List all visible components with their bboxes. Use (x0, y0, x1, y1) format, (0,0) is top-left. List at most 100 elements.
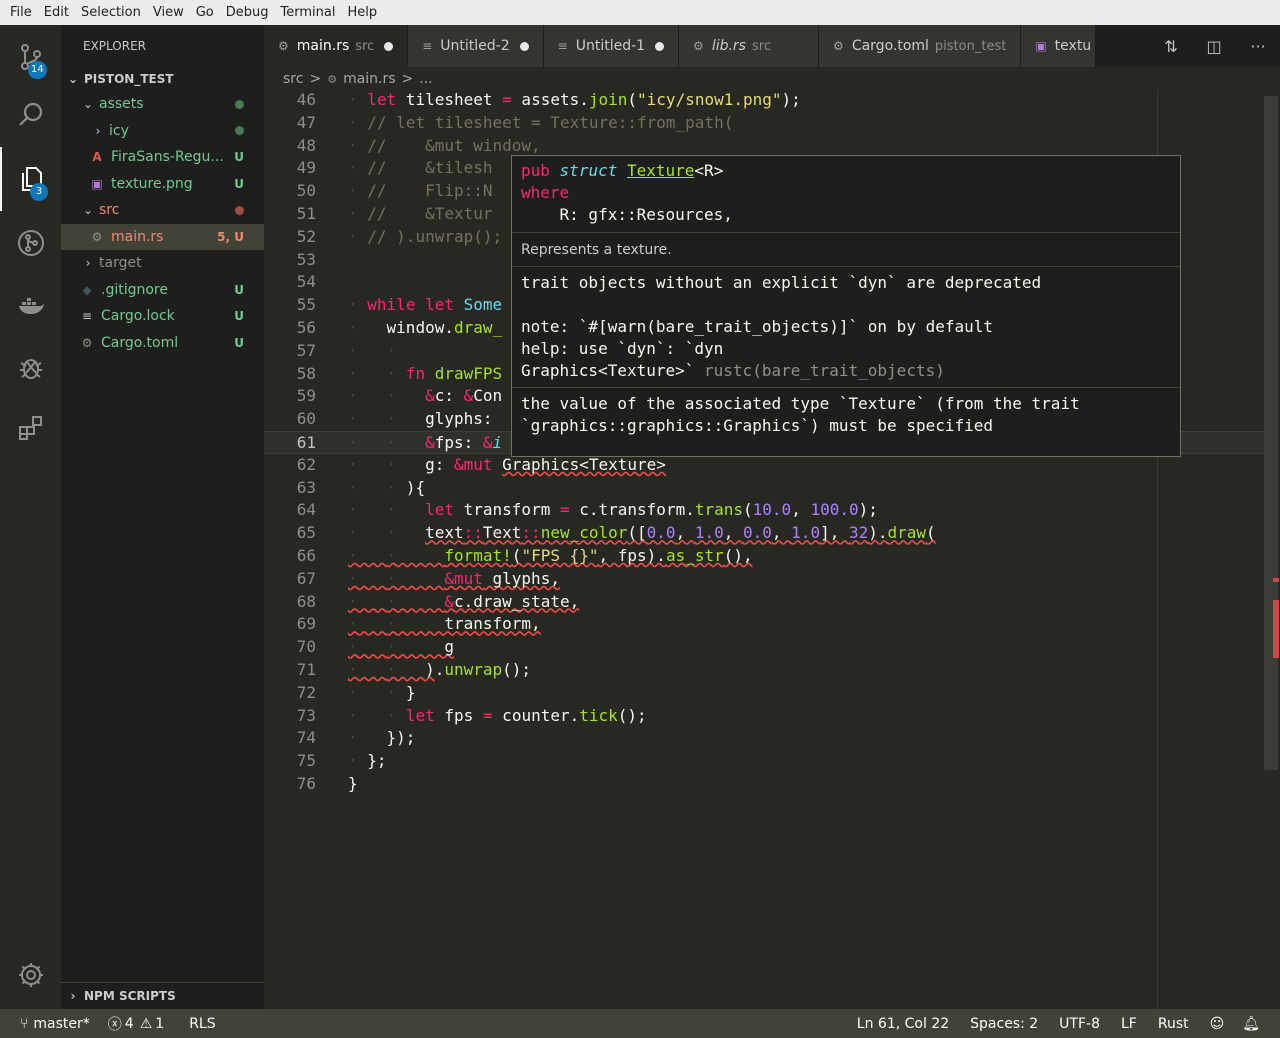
chevron-right-icon: › (85, 256, 91, 270)
breadcrumb-symbol[interactable]: ... (419, 71, 432, 87)
notifications-bell-icon[interactable]: 🔔︎ (1233, 1016, 1280, 1032)
git-graph-icon (17, 230, 44, 256)
menu-help[interactable]: Help (341, 5, 383, 20)
git-status: U (234, 176, 244, 191)
problems-status[interactable]: ⓧ 4 ⚠ 1 (99, 1014, 173, 1034)
menu-selection[interactable]: Selection (75, 5, 147, 20)
breadcrumb-main-rs[interactable]: main.rs (343, 71, 395, 87)
breadcrumb-separator: > (309, 71, 322, 87)
tab-texture[interactable]: ▣ textu (1021, 25, 1097, 67)
line-number: 53 (296, 249, 316, 269)
hover-diagnostic: the value of the associated type `Textur… (512, 388, 1180, 442)
line-number: 57 (296, 340, 316, 360)
chevron-right-icon: › (70, 989, 76, 1003)
language-mode[interactable]: Rust (1146, 1016, 1198, 1032)
menu-edit[interactable]: Edit (38, 5, 75, 20)
text-file-icon: ≡ (557, 39, 568, 53)
error-marker (1273, 578, 1279, 582)
diag-help-cont: Graphics<Texture>` (521, 361, 695, 380)
tree-file-cargo-lock[interactable]: ≡ Cargo.lock U (61, 303, 264, 330)
menu-bar: File Edit Selection View Go Debug Termin… (0, 0, 1280, 25)
git-status: U (234, 309, 244, 323)
tab-main-rs[interactable]: ⚙ main.rs src (264, 25, 409, 67)
tree-folder-target[interactable]: › target (61, 250, 264, 277)
diag-note: note: `#[warn(bare_trait_objects)]` on b… (521, 317, 994, 336)
explorer-activity[interactable]: 3 (0, 147, 61, 211)
modified-dot-icon[interactable] (384, 41, 394, 51)
code-line: 76} (264, 773, 1264, 796)
line-number: 64 (296, 500, 316, 520)
line-number: 74 (296, 728, 316, 748)
debug-activity[interactable] (0, 335, 61, 399)
npm-scripts-section[interactable]: › NPM SCRIPTS (61, 982, 264, 1009)
tree-item-label: main.rs (111, 228, 164, 245)
npm-scripts-label: NPM SCRIPTS (84, 989, 176, 1003)
status-dot (235, 205, 244, 215)
hover-signature: pub struct Texture<R> where R: gfx::Reso… (512, 156, 1180, 233)
tree-file-gitignore[interactable]: ◆ .gitignore U (61, 277, 264, 304)
line-number: 48 (296, 135, 316, 155)
explorer-badge: 3 (30, 183, 48, 201)
open-changes-icon[interactable]: ⇅ (1164, 37, 1177, 56)
code-line: 62 · · g: &mut Graphics<Texture> (264, 454, 1264, 477)
tree-folder-assets[interactable]: ⌄ assets (61, 91, 264, 118)
tree-item-label: assets (99, 96, 144, 112)
chevron-down-icon: ⌄ (67, 72, 79, 86)
tree-file-texture[interactable]: ▣ texture.png U (61, 171, 264, 198)
menu-terminal[interactable]: Terminal (275, 5, 342, 20)
code-line: 48 · // &mut window, (264, 135, 1264, 158)
tab-lib-rs[interactable]: ⚙ lib.rs src (679, 25, 820, 67)
code-line: 64 · · let transform = c.transform.trans(… (264, 499, 1264, 522)
settings-activity[interactable] (0, 943, 61, 1007)
tab-label: Untitled-1 (575, 38, 646, 54)
split-editor-icon[interactable]: ◫ (1207, 37, 1222, 56)
diag-help: help: use `dyn`: `dyn (521, 339, 724, 358)
rust-file-icon: ⚙ (91, 229, 103, 244)
tree-folder-icy[interactable]: › icy (61, 118, 264, 145)
feedback-smiley-icon[interactable]: ☺ (1198, 1016, 1234, 1032)
modified-dot-icon[interactable] (655, 41, 665, 51)
extensions-activity[interactable] (0, 396, 61, 460)
gear-file-icon: ⚙ (833, 39, 844, 53)
tree-file-cargo-toml[interactable]: ⚙ Cargo.toml U (61, 330, 264, 357)
line-number: 62 (296, 454, 316, 474)
code-line: 47 · // let tilesheet = Texture::from_pat… (264, 112, 1264, 135)
scrollbar-thumb[interactable] (1264, 96, 1278, 770)
code-line: 65 · · text::Text::new_color([0.0, 1.0, 0… (264, 522, 1264, 545)
tree-file-main-rs[interactable]: ⚙ main.rs 5, U (61, 223, 264, 250)
rls-status[interactable]: RLS (173, 1016, 224, 1032)
indentation[interactable]: Spaces: 2 (958, 1016, 1047, 1032)
line-number: 65 (296, 523, 316, 543)
git-graph-activity[interactable] (0, 211, 61, 275)
tree-folder-src[interactable]: ⌄ src (61, 197, 264, 224)
cursor-position[interactable]: Ln 61, Col 22 (848, 1016, 958, 1032)
breadcrumb-src[interactable]: src (283, 71, 303, 87)
tab-untitled-1[interactable]: ≡ Untitled-1 (543, 25, 680, 67)
diag-message: trait objects without an explicit `dyn` … (521, 273, 1042, 292)
modified-dot-icon[interactable] (519, 41, 529, 51)
encoding[interactable]: UTF-8 (1047, 1016, 1109, 1032)
line-number: 70 (296, 637, 316, 657)
more-actions-icon[interactable]: ··· (1250, 37, 1265, 56)
project-section-header[interactable]: ⌄ PISTON_TEST (61, 67, 264, 91)
tree-file-firasans[interactable]: A FiraSans-Regu... U (61, 144, 264, 171)
menu-file[interactable]: File (4, 5, 38, 20)
code-line: 68 · · &c.draw_state, (264, 591, 1264, 614)
line-number: 69 (296, 614, 316, 634)
error-icon: ⓧ (107, 1016, 122, 1033)
end-of-line[interactable]: LF (1109, 1016, 1146, 1032)
line-number: 66 (296, 546, 316, 565)
line-number: 72 (296, 682, 316, 702)
menu-debug[interactable]: Debug (220, 5, 275, 20)
source-control-activity[interactable]: 14 (0, 25, 61, 89)
search-activity[interactable] (0, 83, 61, 147)
chevron-right-icon: › (95, 123, 101, 138)
tab-label: main.rs (296, 38, 350, 54)
docker-activity[interactable] (0, 273, 61, 337)
tab-untitled-2[interactable]: ≡ Untitled-2 (408, 25, 544, 67)
branch-status[interactable]: ⑂ master* (0, 1016, 99, 1032)
tree-item-label: texture.png (111, 175, 193, 192)
menu-view[interactable]: View (147, 5, 190, 20)
menu-go[interactable]: Go (190, 5, 220, 20)
tab-cargo-toml[interactable]: ⚙ Cargo.toml piston_test (819, 25, 1022, 67)
